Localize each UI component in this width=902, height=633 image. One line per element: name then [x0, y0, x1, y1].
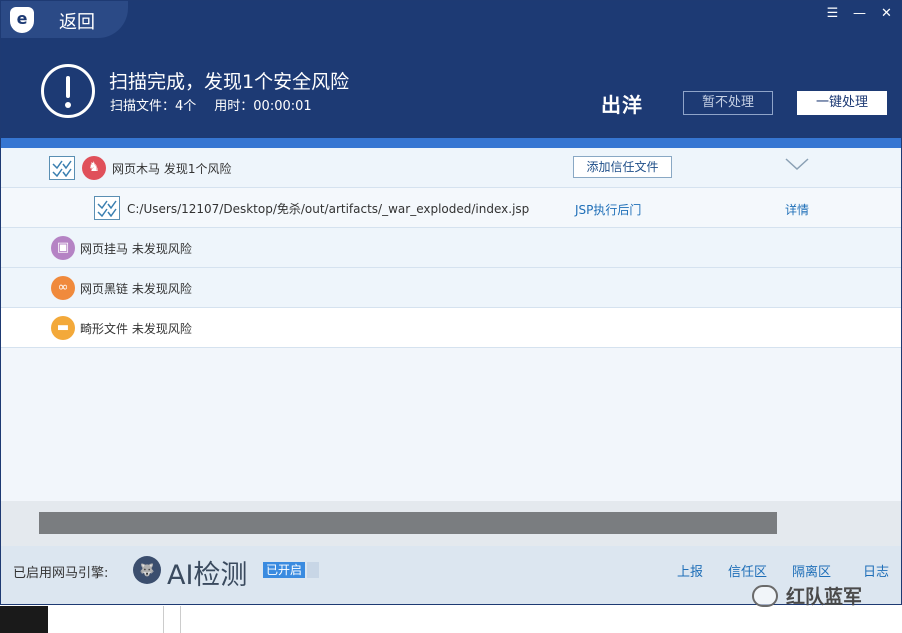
category-row-hang-horse[interactable]: ▣ 网页挂马 未发现风险 [1, 228, 901, 268]
threat-type-link[interactable]: JSP执行后门 [575, 201, 641, 218]
details-link[interactable]: 详情 [785, 201, 809, 218]
trust-zone-link[interactable]: 信任区 [728, 561, 767, 580]
scan-result-title: 扫描完成，发现1个安全风险 [109, 71, 350, 93]
wechat-icon [752, 584, 778, 607]
divider [163, 606, 164, 633]
divider [180, 606, 181, 633]
malformed-label: 畸形文件 未发现风险 [80, 322, 192, 336]
header-divider [1, 138, 901, 148]
minimize-icon[interactable]: — [851, 5, 868, 23]
progress-fill [39, 512, 777, 534]
add-trusted-file-button[interactable]: 添加信任文件 [573, 156, 672, 178]
trojan-label: 网页木马 发现1个风险 [112, 162, 232, 176]
header-bar: e 返回 ☰ — ✕ 扫描完成，发现1个安全风险 扫描文件：4个 用时：00:0… [1, 1, 901, 138]
category-row-black-chain[interactable]: ∞ 网页黑链 未发现风险 [1, 268, 901, 308]
link-icon: ∞ [51, 276, 75, 300]
wolf-icon: 🐺 [133, 556, 161, 584]
web-hang-horse-icon: ▣ [51, 236, 75, 260]
trojan-horse-icon: ♞ [82, 156, 106, 180]
close-icon[interactable]: ✕ [878, 5, 895, 23]
scan-results-list: ♞ 网页木马 发现1个风险 添加信任文件 C:/Users/12107/Desk… [1, 148, 901, 348]
ignore-button[interactable]: 暂不处理 [683, 91, 773, 115]
files-scanned: 扫描文件：4个 [110, 99, 197, 114]
ai-detection-label: AI检测 [167, 560, 248, 591]
category-row-malformed[interactable]: ▬ 畸形文件 未发现风险 [1, 308, 901, 348]
app-logo-icon: e [10, 7, 34, 33]
progress-bar [39, 512, 777, 534]
one-click-fix-button[interactable]: 一键处理 [797, 91, 887, 115]
window-controls: ☰ — ✕ [824, 5, 895, 23]
file-path: C:/Users/12107/Desktop/免杀/out/artifacts/… [127, 202, 530, 216]
watermark: 红队蓝军 [752, 582, 862, 609]
app-window: e 返回 ☰ — ✕ 扫描完成，发现1个安全风险 扫描文件：4个 用时：00:0… [0, 0, 902, 605]
status-badge[interactable]: 已开启 [263, 562, 306, 578]
log-link[interactable]: 日志 [863, 561, 889, 580]
engine-label: 已启用网马引擎: [13, 566, 109, 581]
chevron-down-icon[interactable] [785, 156, 809, 178]
report-link[interactable]: 上报 [677, 561, 703, 580]
back-button[interactable]: e 返回 [1, 1, 128, 38]
progress-area [1, 501, 901, 546]
back-label: 返回 [59, 12, 95, 33]
menu-icon[interactable]: ☰ [824, 5, 841, 23]
checkbox-icon[interactable] [49, 156, 75, 180]
toggle-track[interactable] [307, 562, 319, 578]
folder-icon: ▬ [51, 316, 75, 340]
alert-icon [41, 64, 95, 118]
hang-horse-label: 网页挂马 未发现风险 [80, 242, 192, 256]
watermark-text: 红队蓝军 [786, 586, 863, 608]
category-row-trojan[interactable]: ♞ 网页木马 发现1个风险 添加信任文件 [1, 148, 901, 188]
finding-row[interactable]: C:/Users/12107/Desktop/免杀/out/artifacts/… [1, 188, 901, 228]
time-used: 用时：00:00:01 [214, 99, 312, 114]
scan-meta: 扫描文件：4个 用时：00:00:01 [110, 95, 312, 114]
black-chain-label: 网页黑链 未发现风险 [80, 282, 192, 296]
brand-logo: 出洋 [601, 93, 643, 117]
quarantine-link[interactable]: 隔离区 [792, 561, 831, 580]
taskbar [0, 606, 48, 633]
checkbox-icon[interactable] [94, 196, 120, 220]
